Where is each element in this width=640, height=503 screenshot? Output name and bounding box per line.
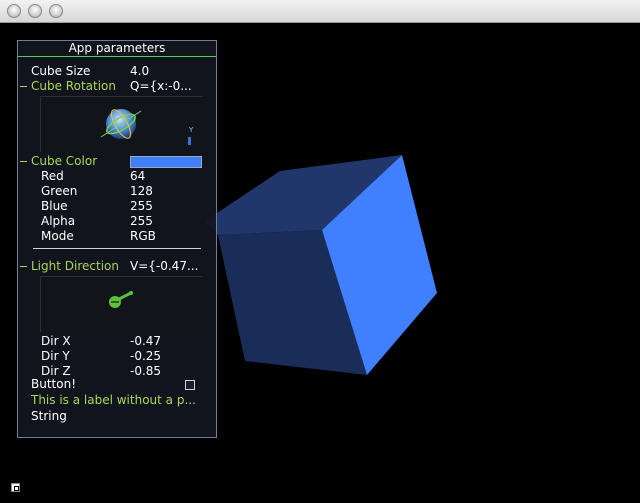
separator	[33, 248, 201, 249]
arcball-sphere-icon: Y	[100, 109, 194, 145]
green-row[interactable]: Green 128	[18, 184, 216, 199]
alpha-row[interactable]: Alpha 255	[18, 214, 216, 229]
mode-row[interactable]: Mode RGB	[18, 229, 216, 244]
rotation-arcball[interactable]: Y	[40, 96, 203, 152]
light-direction-row[interactable]: Light Direction V={-0.47...	[18, 259, 216, 274]
app-parameters-panel: App parameters Cube Size 4.0 Cube Rotati…	[17, 40, 217, 438]
minimize-icon[interactable]	[28, 4, 42, 18]
mode-value[interactable]: RGB	[130, 229, 210, 244]
blue-row[interactable]: Blue 255	[18, 199, 216, 214]
mode-label: Mode	[41, 229, 74, 243]
light-direction-value[interactable]: V={-0.47...	[130, 259, 210, 274]
green-label: Green	[41, 184, 78, 198]
dir-y-label: Dir Y	[41, 349, 70, 363]
cube-rotation-label: Cube Rotation	[31, 79, 116, 93]
help-icon[interactable]	[11, 483, 20, 492]
alpha-value[interactable]: 255	[130, 214, 210, 229]
dir-y-row[interactable]: Dir Y -0.25	[18, 349, 216, 364]
button-checkbox[interactable]	[185, 380, 195, 390]
direction-widget[interactable]	[40, 276, 203, 332]
blue-value[interactable]: 255	[130, 199, 210, 214]
cube-size-row[interactable]: Cube Size 4.0	[18, 64, 216, 79]
red-label: Red	[41, 169, 64, 183]
dir-x-row[interactable]: Dir X -0.47	[18, 334, 216, 349]
button-label[interactable]: Button!	[31, 377, 76, 392]
cube-rotation-row[interactable]: Cube Rotation Q={x:-0...	[18, 79, 216, 94]
cube-color-swatch[interactable]	[130, 156, 202, 168]
info-label: This is a label without a p...	[31, 393, 196, 407]
dir-x-value[interactable]: -0.47	[130, 334, 210, 349]
panel-title[interactable]: App parameters	[18, 41, 216, 57]
blue-label: Blue	[41, 199, 68, 213]
green-value[interactable]: 128	[130, 184, 210, 199]
dir-y-value[interactable]: -0.25	[130, 349, 210, 364]
cube-size-value[interactable]: 4.0	[130, 64, 210, 79]
axis-y-label: Y	[188, 126, 194, 134]
cube-color-label: Cube Color	[31, 154, 98, 168]
red-row[interactable]: Red 64	[18, 169, 216, 184]
zoom-icon[interactable]	[49, 4, 63, 18]
string-label: String	[31, 409, 67, 423]
group-expand-icon[interactable]	[20, 161, 27, 162]
string-row[interactable]: String	[18, 409, 216, 424]
alpha-label: Alpha	[41, 214, 76, 228]
close-icon[interactable]	[7, 4, 21, 18]
info-label-row: This is a label without a p...	[18, 393, 216, 408]
dir-x-label: Dir X	[41, 334, 71, 348]
direction-arrow-icon	[109, 291, 133, 308]
group-expand-icon[interactable]	[20, 86, 27, 87]
cube-size-label: Cube Size	[31, 64, 91, 78]
red-value[interactable]: 64	[130, 169, 210, 184]
cube-rotation-value[interactable]: Q={x:-0...	[130, 79, 210, 94]
cube-color-row[interactable]: Cube Color	[18, 154, 216, 169]
light-direction-label: Light Direction	[31, 259, 119, 273]
group-expand-icon[interactable]	[20, 266, 27, 267]
window-title-bar	[0, 0, 640, 23]
button-row[interactable]: Button!	[18, 377, 216, 392]
